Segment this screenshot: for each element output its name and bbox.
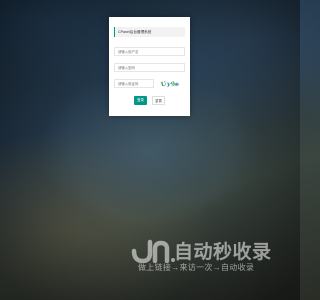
captcha-image[interactable]: U y 9 e [155,79,185,89]
login-title: CPanel后台管理系统 [114,27,185,37]
password-input[interactable] [114,63,185,72]
watermark-logo [131,239,175,263]
username-input[interactable] [114,47,185,56]
watermark: 自动秒收录 做上链接→来访一次→自动收录 [126,236,286,278]
login-panel: CPanel后台管理系统 U y 9 e 登录 重置 [109,17,190,116]
watermark-brand: 自动秒收录 [174,241,272,263]
captcha-char: e [174,80,181,88]
reset-button[interactable]: 重置 [152,96,165,105]
watermark-slogan: 做上链接→来访一次→自动收录 [138,263,255,272]
login-button[interactable]: 登录 [134,96,147,105]
captcha-input[interactable] [114,79,154,88]
